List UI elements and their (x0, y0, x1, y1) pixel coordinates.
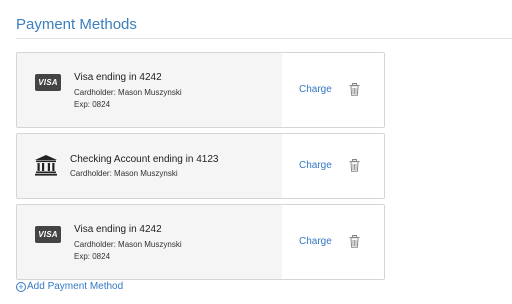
visa-card-icon: VISA (35, 74, 61, 91)
trash-icon[interactable] (349, 159, 360, 172)
visa-card-icon: VISA (35, 226, 61, 243)
payment-method-details: VISA Visa ending in 4242 Cardholder: Mas… (17, 205, 282, 279)
payment-method-details: Checking Account ending in 4123 Cardhold… (17, 134, 282, 198)
trash-icon[interactable] (349, 83, 360, 96)
payment-method-card: Checking Account ending in 4123 Cardhold… (16, 133, 385, 199)
add-payment-method-label: Add Payment Method (27, 281, 124, 292)
cardholder-name: Cardholder: Mason Muszynski (70, 169, 178, 178)
payment-method-actions: Charge (282, 134, 384, 198)
page-title: Payment Methods (16, 16, 137, 33)
payment-method-title: Checking Account ending in 4123 (70, 154, 219, 165)
cardholder-name: Cardholder: Mason Muszynski (74, 88, 182, 97)
title-divider (16, 38, 512, 39)
payment-method-title: Visa ending in 4242 (74, 72, 162, 83)
bank-icon (35, 155, 57, 176)
payment-method-title: Visa ending in 4242 (74, 224, 162, 235)
add-payment-method-link[interactable]: + Add Payment Method (16, 281, 123, 292)
payment-method-card: VISA Visa ending in 4242 Cardholder: Mas… (16, 204, 385, 280)
payment-method-details: VISA Visa ending in 4242 Cardholder: Mas… (17, 53, 282, 127)
charge-button[interactable]: Charge (299, 236, 332, 247)
charge-button[interactable]: Charge (299, 84, 332, 95)
payment-method-card: VISA Visa ending in 4242 Cardholder: Mas… (16, 52, 385, 128)
payment-method-actions: Charge (282, 205, 384, 279)
cardholder-name: Cardholder: Mason Muszynski (74, 240, 182, 249)
plus-circle-icon: + (16, 281, 26, 292)
payment-methods-page: Payment Methods VISA Visa ending in 4242… (0, 0, 512, 304)
card-expiration: Exp: 0824 (74, 252, 111, 261)
charge-button[interactable]: Charge (299, 160, 332, 171)
payment-method-actions: Charge (282, 53, 384, 127)
trash-icon[interactable] (349, 235, 360, 248)
card-expiration: Exp: 0824 (74, 100, 111, 109)
